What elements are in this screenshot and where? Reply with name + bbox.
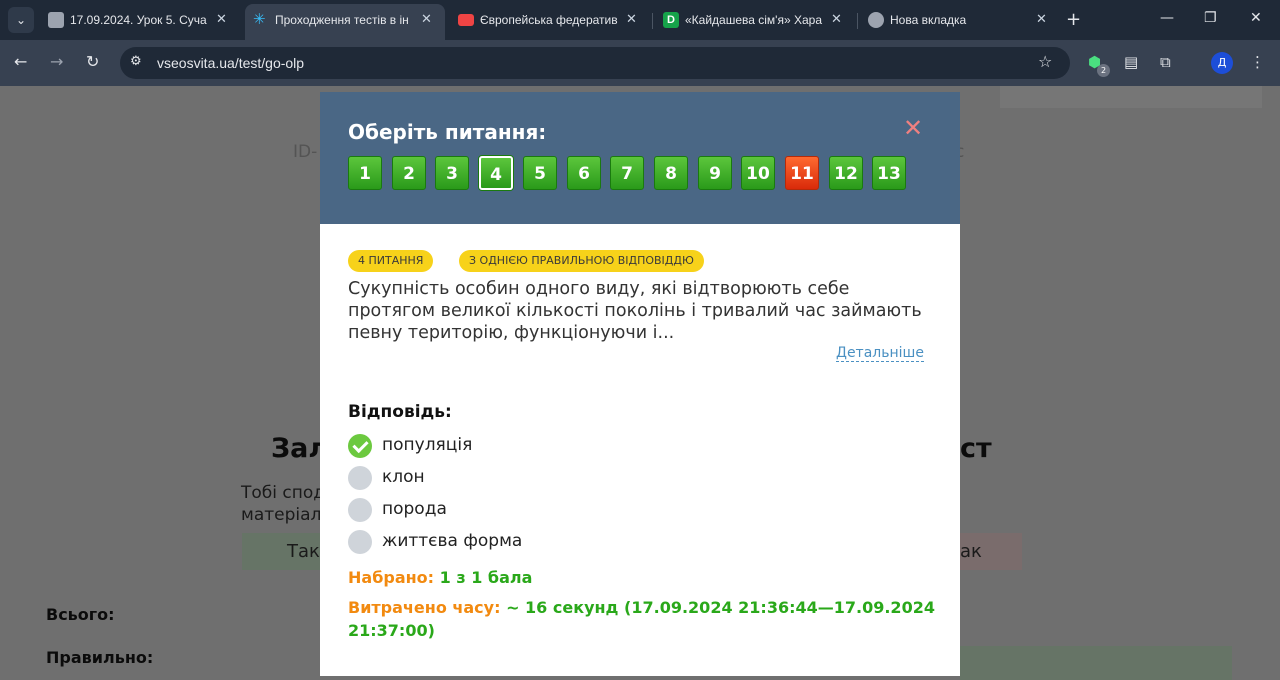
score-label: Набрано: <box>348 568 435 587</box>
window-close-button[interactable]: ✕ <box>1250 10 1262 26</box>
background-no-button: ак <box>960 533 1022 570</box>
tab-vseosvita[interactable]: ✳ Проходження тестів в ін ✕ <box>245 4 445 40</box>
tab-separator <box>857 13 858 29</box>
close-icon[interactable]: ✕ <box>1036 11 1047 27</box>
background-title-right: ст <box>960 433 992 464</box>
answer-label: Відповідь: <box>348 402 452 422</box>
kebab-menu-icon[interactable]: ⋮ <box>1250 53 1265 71</box>
background-id: ID- <box>293 142 318 162</box>
button-label: ак <box>960 541 982 562</box>
close-icon[interactable]: ✕ <box>831 11 842 27</box>
answer-option-label: порода <box>382 499 447 519</box>
classroom-icon <box>48 12 64 28</box>
tab-title: Нова вкладка <box>890 13 967 27</box>
reload-icon[interactable]: ↻ <box>86 52 99 71</box>
question-number-button[interactable]: 5 <box>523 156 557 190</box>
background-text-line: матеріал <box>241 505 322 525</box>
radio-circle-icon <box>348 498 372 522</box>
close-icon[interactable]: ✕ <box>903 114 923 142</box>
bookmark-star-icon[interactable]: ☆ <box>1038 52 1052 71</box>
tab-title: Європейська федератив <box>480 13 618 27</box>
question-number-button[interactable]: 12 <box>829 156 863 190</box>
forward-arrow-icon[interactable]: → <box>50 52 63 71</box>
profile-avatar[interactable]: Д <box>1211 52 1233 74</box>
check-circle-icon <box>348 434 372 458</box>
question-number-button[interactable]: 3 <box>435 156 469 190</box>
question-number-list: 1 2 3 4 5 6 7 8 9 10 11 12 13 <box>348 156 948 190</box>
question-number-button[interactable]: 9 <box>698 156 732 190</box>
background-total-label: Всього: <box>46 605 115 624</box>
radio-circle-icon <box>348 466 372 490</box>
question-number-button[interactable]: 13 <box>872 156 906 190</box>
score-value: 1 з 1 бала <box>439 568 533 587</box>
tab-separator <box>652 13 653 29</box>
tab-lesson[interactable]: 17.09.2024. Урок 5. Суча ✕ <box>40 6 240 36</box>
question-number-button[interactable]: 7 <box>610 156 644 190</box>
restore-button[interactable]: ❐ <box>1204 10 1217 26</box>
new-tab-button[interactable]: + <box>1066 9 1081 30</box>
site-settings-icon[interactable]: ⚙ <box>130 54 142 69</box>
details-link[interactable]: Детальніше <box>836 345 924 362</box>
score-line: Набрано: 1 з 1 бала <box>348 568 532 587</box>
answer-option: клон <box>348 466 648 490</box>
question-number-button[interactable]: 1 <box>348 156 382 190</box>
background-correct-label: Правильно: <box>46 648 154 667</box>
modal-header: Оберіть питання: ✕ 1 2 3 4 5 6 7 8 9 10 11 12 13 <box>320 92 960 224</box>
back-arrow-icon[interactable]: ← <box>14 52 27 71</box>
radio-circle-icon <box>348 530 372 554</box>
tab-new[interactable]: Нова вкладка ✕ <box>860 6 1060 36</box>
tab-youtube[interactable]: Європейська федератив ✕ <box>450 6 650 36</box>
question-number-button[interactable]: 2 <box>392 156 426 190</box>
answer-option: життєва форма <box>348 530 648 554</box>
question-text: Сукупність особин одного виду, які відтв… <box>348 279 922 343</box>
background-text-line: Тобі спод <box>241 483 326 503</box>
printer-extension-icon[interactable]: ▤ <box>1124 53 1138 71</box>
question-type-tag: З ОДНІЄЮ ПРАВИЛЬНОЮ ВІДПОВІДДЮ <box>459 250 704 272</box>
tab-kaidasheva[interactable]: D «Кайдашева сім'я» Хара ✕ <box>655 6 855 36</box>
question-number-button[interactable]: 4 <box>479 156 513 190</box>
question-number-button[interactable]: 10 <box>741 156 775 190</box>
question-number-button[interactable]: 11 <box>785 156 819 190</box>
modal-title: Оберіть питання: <box>348 120 547 144</box>
puzzle-extensions-icon[interactable]: ⧉ <box>1160 53 1171 71</box>
close-icon[interactable]: ✕ <box>216 11 227 27</box>
address-bar[interactable]: ⚙ vseosvita.ua/test/go-olp <box>120 47 1070 79</box>
tab-search-button[interactable]: ⌄ <box>8 7 34 33</box>
answer-option: популяція <box>348 434 648 458</box>
answer-option: порода <box>348 498 648 522</box>
time-line: Витрачено часу: ~ 16 секунд (17.09.2024 … <box>348 596 938 642</box>
background-yes-button: Так <box>242 533 322 570</box>
time-label: Витрачено часу: <box>348 598 501 617</box>
question-number-button[interactable]: 8 <box>654 156 688 190</box>
close-icon[interactable]: ✕ <box>421 11 432 27</box>
background-strip <box>1000 86 1262 108</box>
question-modal: Оберіть питання: ✕ 1 2 3 4 5 6 7 8 9 10 11 12 13 4 П… <box>320 92 960 676</box>
minimize-button[interactable]: — <box>1160 10 1174 26</box>
question-number-button[interactable]: 6 <box>567 156 601 190</box>
button-label: Так <box>287 541 320 562</box>
answer-option-label: популяція <box>382 435 473 455</box>
tab-title: 17.09.2024. Урок 5. Суча <box>70 13 207 27</box>
tab-title: Проходження тестів в ін <box>275 13 409 27</box>
youtube-icon <box>458 14 474 26</box>
close-icon[interactable]: ✕ <box>626 11 637 27</box>
tab-strip: ⌄ 17.09.2024. Урок 5. Суча ✕ ✳ Проходжен… <box>0 0 1280 40</box>
tab-title: «Кайдашева сім'я» Хара <box>685 13 823 27</box>
extension-badge: 2 <box>1097 64 1110 77</box>
answer-option-label: клон <box>382 467 425 487</box>
background-progress-bar <box>960 646 1232 680</box>
answer-option-label: життєва форма <box>382 531 523 551</box>
url-text: vseosvita.ua/test/go-olp <box>157 55 305 71</box>
vseosvita-icon: ✳ <box>253 11 266 28</box>
chrome-icon <box>868 12 884 28</box>
d-icon: D <box>663 12 679 28</box>
question-number-tag: 4 ПИТАННЯ <box>348 250 434 272</box>
